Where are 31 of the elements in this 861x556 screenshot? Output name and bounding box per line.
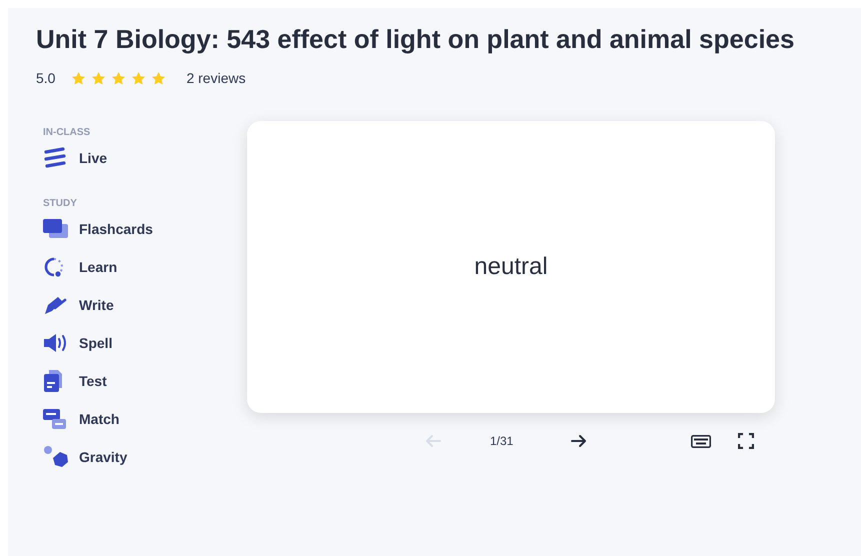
match-mode-icon [43, 408, 67, 430]
study-mode-link[interactable]: Flashcards [43, 219, 247, 239]
live-mode-icon [43, 147, 67, 169]
rating-score: 5.0 [36, 69, 56, 88]
star-icon [71, 71, 86, 86]
study-mode-link[interactable]: Spell [43, 333, 247, 353]
study-mode-link[interactable]: Match [43, 409, 247, 429]
study-mode-link[interactable]: Test [43, 371, 247, 391]
review-count[interactable]: 2 reviews [186, 68, 246, 89]
study-mode-link[interactable]: Write [43, 295, 247, 315]
flashcards-mode-icon [43, 219, 69, 239]
gravity-mode-icon [43, 445, 71, 469]
fullscreen-icon[interactable] [737, 432, 756, 450]
study-mode-link[interactable]: Learn [43, 257, 247, 277]
star-icon [131, 71, 146, 86]
card-term: neutral [474, 252, 548, 282]
spell-mode-icon [43, 333, 69, 353]
section-heading: STUDY [43, 197, 78, 211]
write-mode-icon [43, 294, 67, 316]
learn-mode-icon [43, 256, 65, 278]
star-icon [91, 71, 106, 86]
flashcard[interactable]: neutral [247, 121, 775, 413]
study-mode-link[interactable]: Live [43, 148, 247, 168]
section-heading: IN-CLASS [43, 126, 92, 140]
test-mode-icon [43, 370, 63, 392]
star-icon [111, 71, 126, 86]
page-title: Unit 7 Biology: 543 effect of light on plant and animal species [36, 24, 796, 54]
keyboard-icon[interactable] [690, 433, 712, 449]
study-mode-link[interactable]: Gravity [43, 447, 247, 467]
card-counter: 1/31 [490, 433, 514, 450]
star-icon [151, 71, 166, 86]
